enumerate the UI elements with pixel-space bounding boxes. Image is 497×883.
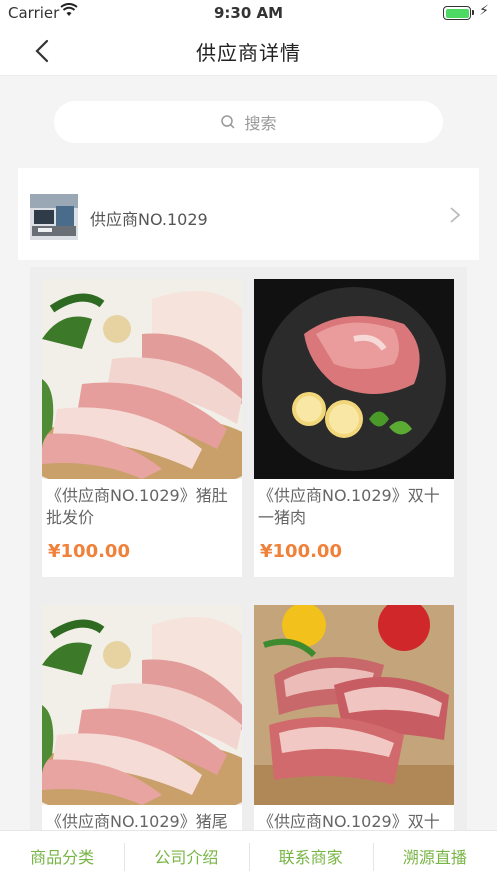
search-icon (221, 115, 236, 129)
search-input[interactable]: 搜索 (54, 101, 443, 143)
chevron-right-icon (449, 206, 461, 228)
product-title: 《供应商NO.1029》猪肚批发价 (46, 486, 228, 527)
search-placeholder: 搜索 (244, 114, 277, 133)
tab-company-intro[interactable]: 公司介绍 (124, 831, 248, 883)
supplier-logo (30, 194, 78, 240)
bottom-tab-bar: 商品分类 公司介绍 联系商家 溯源直播 (0, 830, 497, 883)
product-image (42, 279, 242, 479)
product-image (254, 605, 454, 805)
product-card[interactable]: 《供应商NO.1029》猪尾 (42, 605, 242, 837)
product-price: ¥100.00 (48, 541, 130, 562)
product-card[interactable]: 《供应商NO.1029》双十 (254, 605, 454, 837)
charging-icon: ⚡ (479, 3, 489, 19)
nav-bar: 供应商详情 (0, 26, 497, 76)
supplier-name: 供应商NO.1029 (90, 210, 208, 229)
page-title: 供应商详情 (196, 41, 301, 65)
product-title: 《供应商NO.1029》双十一猪肉 (258, 486, 440, 527)
battery-icon (443, 6, 474, 20)
status-bar: Carrier 9:30 AM ⚡ (0, 0, 497, 26)
product-image (254, 279, 454, 479)
tab-product-category[interactable]: 商品分类 (0, 831, 124, 883)
tab-traceability-live[interactable]: 溯源直播 (372, 831, 497, 883)
clock: 9:30 AM (213, 4, 284, 22)
product-price: ¥100.00 (260, 541, 342, 562)
supplier-row[interactable]: 供应商NO.1029 (18, 168, 479, 260)
product-card[interactable]: 《供应商NO.1029》猪肚批发价 ¥100.00 (42, 279, 242, 577)
product-grid: 《供应商NO.1029》猪肚批发价 ¥100.00 《供应商NO.1029》双十… (30, 267, 467, 837)
product-image (42, 605, 242, 805)
tab-contact-merchant[interactable]: 联系商家 (248, 831, 373, 883)
product-card[interactable]: 《供应商NO.1029》双十一猪肉 ¥100.00 (254, 279, 454, 577)
